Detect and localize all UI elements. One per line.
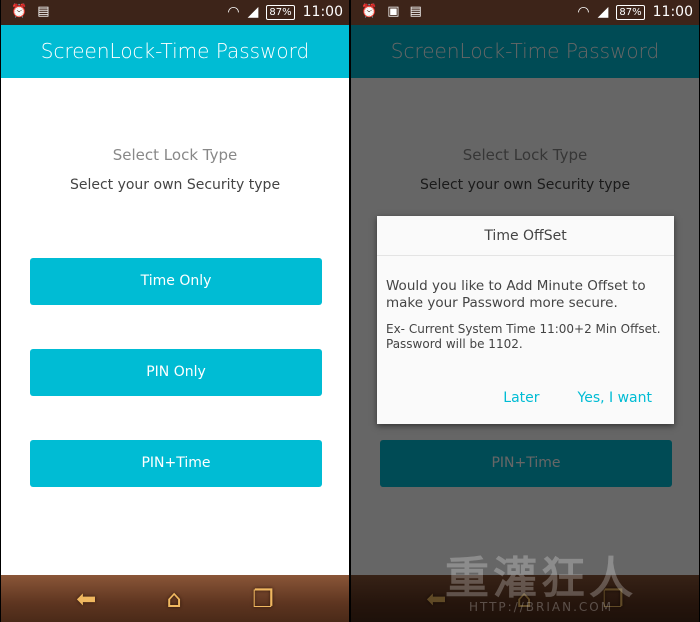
- alarm-icon: ⏰: [11, 4, 28, 19]
- dialog-message: Would you like to Add Minute Offset to m…: [386, 278, 646, 311]
- time-only-button[interactable]: Time Only: [30, 258, 322, 305]
- signal-icon: ◢: [247, 4, 259, 20]
- watermark-text: 重灌狂人: [445, 553, 637, 604]
- recent-apps-icon[interactable]: ❐: [252, 585, 274, 613]
- dialog-example: Ex- Current System Time 11:00+2 Min Offs…: [386, 322, 661, 351]
- subheading: Select your own Security type: [69, 177, 281, 193]
- pin-only-button[interactable]: PIN Only: [30, 349, 322, 396]
- wifi-icon: ◠: [227, 4, 240, 20]
- status-bar: ⏰ ▤ ◠ ◢ 87% 11:00: [1, 0, 349, 25]
- battery-indicator: 87%: [266, 4, 295, 20]
- screen-left: ⏰ ▤ ◠ ◢ 87% 11:00 ScreenLock-Time Password S…: [1, 0, 349, 622]
- watermark: 重灌狂人 HTTP://BRIAN.COM: [391, 542, 691, 614]
- clock: 11:00: [302, 4, 343, 20]
- nav-bar: ⬅ ⌂ ❐: [1, 575, 349, 622]
- time-offset-dialog: Time OffSet Would you like to Add Minute…: [377, 216, 674, 424]
- clock: 11:00: [652, 4, 693, 20]
- wifi-icon: ◠: [577, 4, 590, 20]
- yes-button[interactable]: Yes, I want: [578, 390, 652, 406]
- image-icon: ▣: [387, 4, 400, 19]
- watermark-url: HTTP://BRIAN.COM: [468, 600, 614, 614]
- battery-indicator: 87%: [616, 4, 645, 20]
- heading: Select Lock Type: [112, 146, 238, 164]
- status-bar: ⏰ ▣ ▤ ◠ ◢ 87% 11:00: [351, 0, 699, 25]
- signal-icon: ◢: [597, 4, 609, 20]
- app-title: ScreenLock-Time Password: [1, 25, 349, 78]
- home-icon[interactable]: ⌂: [167, 585, 182, 613]
- later-button[interactable]: Later: [503, 390, 539, 406]
- alarm-icon: ⏰: [361, 4, 378, 19]
- storage-icon: ▤: [409, 4, 422, 19]
- dialog-title: Time OffSet: [377, 216, 674, 256]
- pin-time-button[interactable]: PIN+Time: [30, 440, 322, 487]
- screen-right: ⏰▣▤ ◠◢87%11:00 ScreenLock-Time Password …: [351, 0, 699, 622]
- storage-icon: ▤: [37, 4, 50, 19]
- back-icon[interactable]: ⬅: [76, 585, 96, 613]
